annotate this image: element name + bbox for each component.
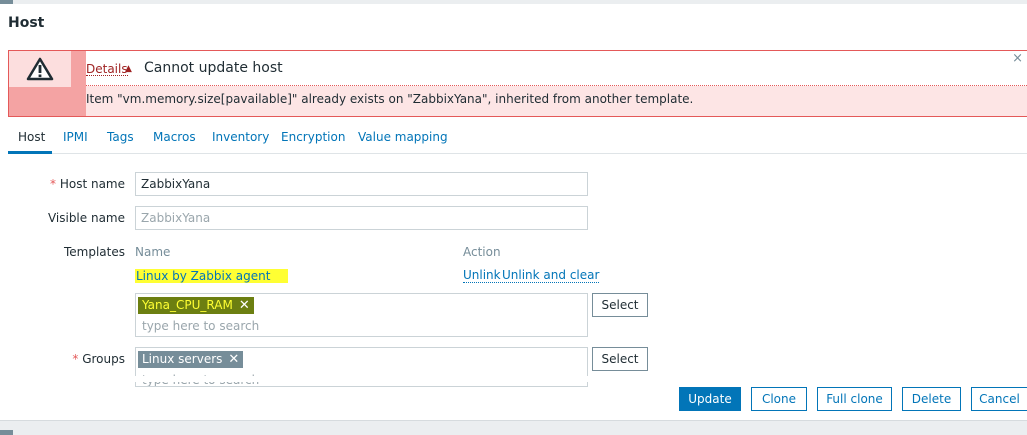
- required-marker: *: [50, 177, 56, 191]
- update-button[interactable]: Update: [679, 387, 741, 411]
- form-scroll-edge: [0, 376, 1027, 382]
- group-chip: Linux servers ✕: [138, 351, 244, 368]
- group-chip-label: Linux servers: [142, 352, 223, 366]
- tab-macros[interactable]: Macros: [153, 130, 196, 144]
- tab-bar: Host IPMI Tags Macros Inventory Encrypti…: [8, 126, 1027, 154]
- bottom-strip: [0, 422, 1027, 435]
- dialog-title: Host: [8, 15, 45, 31]
- bottom-left-accent: [0, 430, 13, 435]
- cancel-button[interactable]: Cancel: [971, 387, 1027, 411]
- tab-inventory[interactable]: Inventory: [212, 130, 269, 144]
- error-header: Details ▲ Cannot update host: [86, 51, 1027, 86]
- groups-label: * Groups: [40, 352, 125, 366]
- chip-remove-icon[interactable]: ✕: [239, 298, 250, 313]
- details-arrow-icon[interactable]: ▲: [125, 64, 132, 74]
- templates-multiselect[interactable]: Yana_CPU_RAM ✕ type here to search: [135, 293, 588, 337]
- error-body: Details ▲ Cannot update host Item "vm.me…: [86, 51, 1027, 116]
- templates-search-input[interactable]: type here to search: [142, 319, 259, 333]
- details-toggle-link[interactable]: Details: [86, 63, 128, 76]
- templates-col-name: Name: [135, 245, 171, 259]
- error-title: Cannot update host: [144, 60, 283, 76]
- tab-ipmi[interactable]: IPMI: [63, 130, 88, 144]
- required-marker: *: [72, 352, 79, 366]
- templates-select-button[interactable]: Select: [592, 293, 648, 317]
- tab-value-mapping[interactable]: Value mapping: [358, 130, 448, 144]
- templates-col-action: Action: [463, 245, 501, 259]
- unlink-link[interactable]: Unlink: [463, 269, 501, 283]
- error-message-box: Details ▲ Cannot update host Item "vm.me…: [8, 50, 1027, 117]
- host-name-label: * Host name: [40, 177, 125, 191]
- host-name-label-text: Host name: [59, 177, 125, 191]
- host-dialog: Host Details ▲ Cannot update host Item "…: [0, 4, 1027, 421]
- error-icon-box: [9, 51, 71, 87]
- unlink-and-clear-link[interactable]: Unlink and clear: [502, 269, 600, 283]
- close-message-icon[interactable]: ×: [1012, 52, 1023, 65]
- templates-label: Templates: [63, 245, 125, 259]
- full-clone-button[interactable]: Full clone: [817, 387, 892, 411]
- template-chip: Yana_CPU_RAM ✕: [138, 297, 254, 314]
- host-name-input[interactable]: ZabbixYana: [135, 172, 588, 196]
- tab-encryption[interactable]: Encryption: [281, 130, 345, 144]
- groups-label-text: Groups: [82, 352, 125, 366]
- chip-remove-icon[interactable]: ✕: [228, 352, 239, 367]
- error-detail: Item "vm.memory.size[pavailable]" alread…: [86, 92, 694, 106]
- clone-button[interactable]: Clone: [751, 387, 807, 411]
- tab-tags[interactable]: Tags: [107, 130, 134, 144]
- warning-icon: [26, 57, 54, 81]
- linked-template-link[interactable]: Linux by Zabbix agent: [135, 269, 289, 283]
- visible-name-input[interactable]: ZabbixYana: [135, 206, 588, 230]
- delete-button[interactable]: Delete: [902, 387, 961, 411]
- groups-select-button[interactable]: Select: [592, 347, 648, 371]
- visible-name-label: Visible name: [47, 211, 125, 225]
- tab-host[interactable]: Host: [18, 130, 45, 144]
- active-tab-indicator: [8, 151, 52, 154]
- template-chip-label: Yana_CPU_RAM: [142, 298, 233, 312]
